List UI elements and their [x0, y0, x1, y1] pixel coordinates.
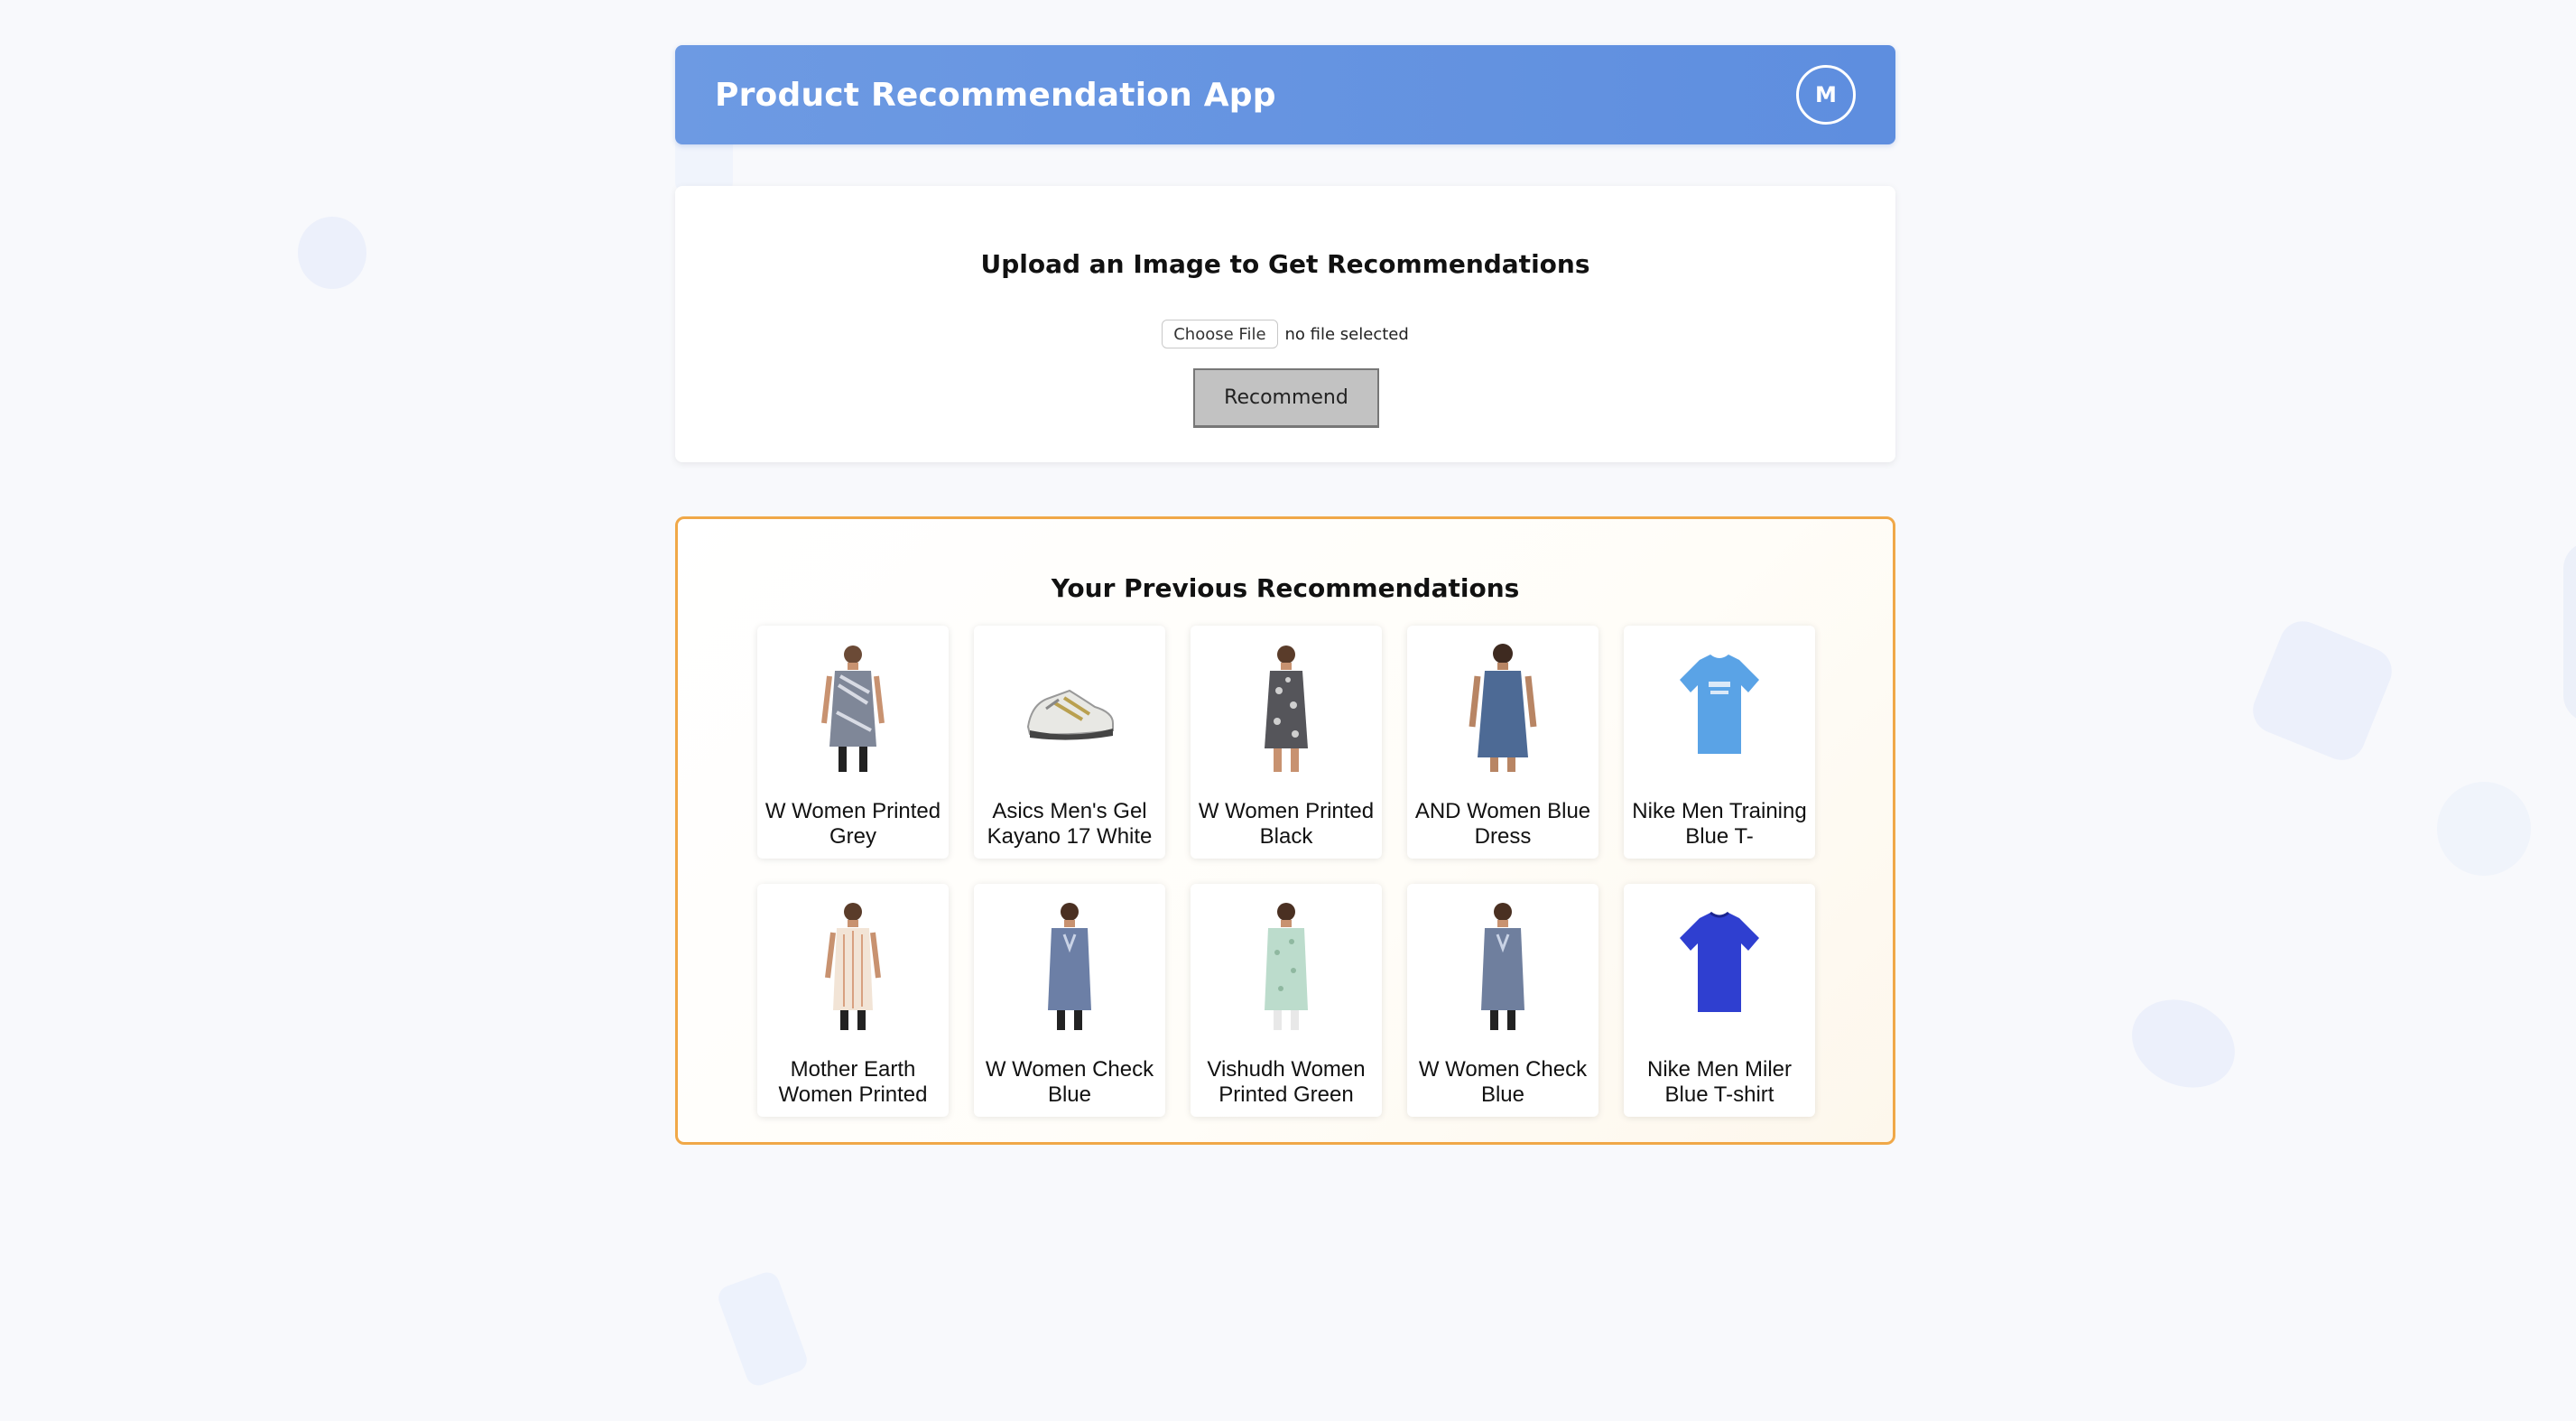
product-name: Nike Men Training Blue T- — [1632, 799, 1807, 849]
woman-blue-check-kurta-icon — [1019, 898, 1120, 1034]
app-title: Product Recommendation App — [715, 76, 1276, 114]
previous-title: Your Previous Recommendations — [1051, 573, 1520, 603]
app-header: Product Recommendation App M — [675, 45, 1895, 144]
product-name: W Women Check Blue — [985, 1057, 1154, 1107]
product-card[interactable]: W Women Check Blue — [1407, 884, 1598, 1117]
product-name: Nike Men Miler Blue T-shirt — [1646, 1057, 1793, 1107]
product-name: Mother Earth Women Printed — [778, 1057, 928, 1107]
product-card[interactable]: Vishudh Women Printed Green — [1191, 884, 1382, 1117]
user-avatar[interactable]: M — [1796, 65, 1856, 125]
woman-black-printed-dress-icon — [1236, 640, 1337, 776]
woman-blue-denim-dress-icon — [1452, 640, 1553, 776]
product-name: AND Women Blue Dress — [1414, 799, 1591, 849]
decorative-square — [2246, 614, 2399, 767]
choose-file-button[interactable]: Choose File — [1162, 320, 1278, 348]
product-name: W Women Printed Black — [1198, 799, 1375, 849]
product-grid: W Women Printed Grey Asics Men's Gel Kay… — [757, 626, 1815, 1117]
royal-blue-tshirt-icon — [1669, 898, 1770, 1034]
product-name: Vishudh Women Printed Green — [1207, 1057, 1366, 1107]
product-name: Asics Men's Gel Kayano 17 White — [987, 799, 1153, 849]
recommend-button[interactable]: Recommend — [1193, 368, 1379, 428]
product-card[interactable]: Asics Men's Gel Kayano 17 White — [974, 626, 1165, 859]
decorative-rect — [715, 1268, 811, 1389]
product-card[interactable]: W Women Printed Grey — [757, 626, 949, 859]
decorative-circle — [298, 217, 366, 289]
product-card[interactable]: W Women Printed Black — [1191, 626, 1382, 859]
woman-grey-printed-kurta-icon — [802, 640, 903, 776]
decorative-circle — [2437, 782, 2531, 876]
upload-card: Upload an Image to Get Recommendations C… — [675, 186, 1895, 462]
white-running-shoe-icon — [1019, 640, 1120, 776]
woman-white-printed-kurta-icon — [802, 898, 903, 1034]
woman-blue-check-kurta-icon — [1452, 898, 1553, 1034]
woman-green-printed-kurta-icon — [1236, 898, 1337, 1034]
product-name: W Women Check Blue — [1418, 1057, 1588, 1107]
product-card[interactable]: Mother Earth Women Printed — [757, 884, 949, 1117]
previous-recommendations: Your Previous Recommendations W Women Pr… — [675, 516, 1895, 1145]
product-card[interactable]: Nike Men Training Blue T- — [1624, 626, 1815, 859]
product-name: W Women Printed Grey — [764, 799, 941, 849]
decorative-edge-shape — [2563, 542, 2576, 722]
product-card[interactable]: Nike Men Miler Blue T-shirt — [1624, 884, 1815, 1117]
file-input: Choose File no file selected — [675, 320, 1895, 348]
product-card[interactable]: W Women Check Blue — [974, 884, 1165, 1117]
upload-title: Upload an Image to Get Recommendations — [980, 249, 1590, 279]
light-blue-tshirt-icon — [1669, 640, 1770, 776]
decorative-oval — [2117, 983, 2249, 1104]
page: Product Recommendation App M Upload an I… — [0, 0, 2576, 1421]
file-status: no file selected — [1284, 324, 1409, 344]
product-card[interactable]: AND Women Blue Dress — [1407, 626, 1598, 859]
